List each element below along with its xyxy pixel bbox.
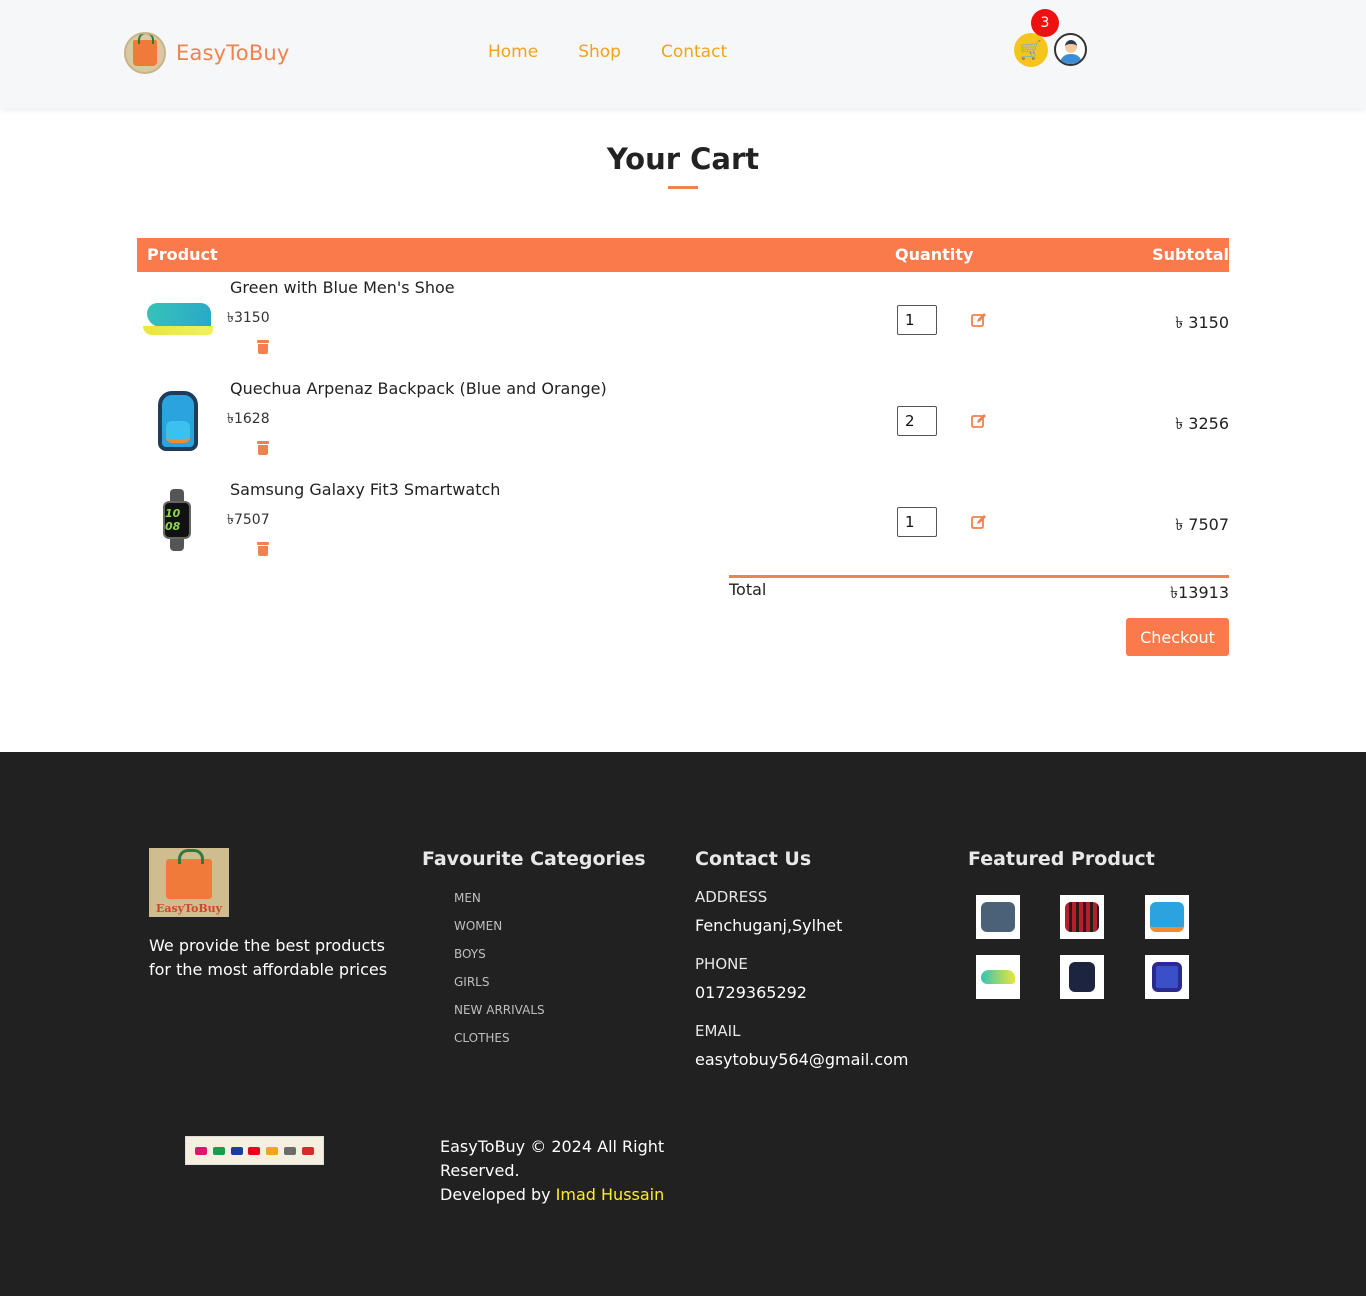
copyright-text: EasyToBuy © 2024 All Right Reserved. [440,1137,665,1180]
site-header: EasyToBuy Home Shop Contact 🛒 3 [0,0,1366,108]
quantity-input[interactable] [897,507,937,537]
featured-backpack-image[interactable] [1145,895,1189,939]
email-value[interactable]: easytobuy564@gmail.com [695,1050,909,1069]
featured-shoe-image[interactable] [976,955,1020,999]
shopping-cart-icon[interactable]: 🛒 [1014,33,1048,67]
smartwatch-image: 10 08 [137,480,217,560]
developed-by-label: Developed by [440,1185,551,1204]
quantity-input[interactable] [897,305,937,335]
footer-tagline: We provide the best products for the mos… [149,936,388,979]
cart-count-badge: 3 [1031,9,1059,37]
phone-value: 01729365292 [695,983,807,1002]
brand[interactable]: EasyToBuy [124,32,290,74]
phone-label: PHONE [695,955,748,973]
column-header-subtotal: Subtotal [1152,245,1229,264]
category-list: MEN WOMEN BOYS GIRLS NEW ARRIVALS CLOTHE… [454,891,545,1059]
trash-icon[interactable] [257,340,269,354]
checkout-button[interactable]: Checkout [1126,618,1229,656]
contact-heading: Contact Us [695,848,812,870]
developer-name[interactable]: Imad Hussain [556,1185,665,1204]
footer-logo: EasyToBuy [149,848,229,917]
email-label: EMAIL [695,1022,741,1040]
nav-shop-link[interactable]: Shop [578,42,621,62]
edit-icon[interactable] [971,413,987,429]
watch-face-text: 10 08 [163,501,191,539]
featured-jacket-image[interactable] [1060,955,1104,999]
footer-logo-text: EasyToBuy [155,902,223,915]
category-item[interactable]: GIRLS [454,975,545,1003]
featured-shirt-image[interactable] [1060,895,1104,939]
shoe-image [137,278,217,358]
address-label: ADDRESS [695,888,768,906]
main-nav: Home Shop Contact [488,42,727,62]
payment-methods-image [185,1136,324,1165]
quantity-input[interactable] [897,406,937,436]
trash-icon[interactable] [257,542,269,556]
product-name: Green with Blue Men's Shoe [230,278,455,297]
title-underline [668,186,698,189]
categories-heading: Favourite Categories [422,848,646,870]
cart-row: Quechua Arpenaz Backpack (Blue and Orang… [137,379,1229,475]
cart-row: Green with Blue Men's Shoe ৳3150 ৳ 3150 [137,278,1229,374]
product-price: ৳3150 [227,310,270,326]
row-subtotal: ৳ 3150 [1175,313,1229,332]
user-avatar-icon[interactable] [1054,33,1087,66]
category-item[interactable]: CLOTHES [454,1031,545,1059]
total-label: Total [729,580,767,599]
page-title: Your Cart [606,142,760,176]
total-value: ৳13913 [1170,583,1229,602]
category-item[interactable]: MEN [454,891,545,919]
category-item[interactable]: WOMEN [454,919,545,947]
product-price: ৳7507 [227,512,270,528]
site-footer: EasyToBuy We provide the best products f… [0,752,1366,1296]
edit-icon[interactable] [971,312,987,328]
trash-icon[interactable] [257,441,269,455]
column-header-product: Product [147,245,218,264]
edit-icon[interactable] [971,514,987,530]
product-name: Quechua Arpenaz Backpack (Blue and Orang… [230,379,607,398]
copyright: EasyToBuy © 2024 All Right Reserved. Dev… [440,1135,700,1207]
category-item[interactable]: BOYS [454,947,545,975]
cart-table-header: Product Quantity Subtotal [137,238,1229,272]
brand-name: EasyToBuy [176,41,290,65]
row-subtotal: ৳ 7507 [1175,515,1229,534]
column-header-quantity: Quantity [895,245,974,264]
address-value: Fenchuganj,Sylhet [695,916,843,935]
brand-logo-icon [124,32,166,74]
total-divider [729,575,1229,578]
featured-smartwatch-image[interactable] [1145,955,1189,999]
backpack-image [137,379,217,459]
featured-handbag-image[interactable] [976,895,1020,939]
product-name: Samsung Galaxy Fit3 Smartwatch [230,480,501,499]
category-item[interactable]: NEW ARRIVALS [454,1003,545,1031]
nav-contact-link[interactable]: Contact [661,42,727,62]
nav-home-link[interactable]: Home [488,42,538,62]
product-price: ৳1628 [227,411,270,427]
row-subtotal: ৳ 3256 [1175,414,1229,433]
cart-row: 10 08 Samsung Galaxy Fit3 Smartwatch ৳75… [137,480,1229,576]
featured-heading: Featured Product [968,848,1155,870]
